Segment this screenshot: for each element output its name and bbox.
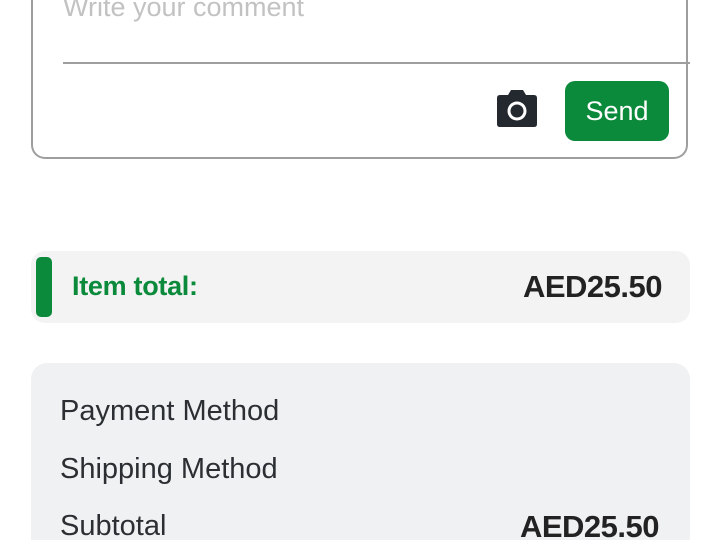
order-summary-card: Payment Method Shipping Method Subtotal … bbox=[31, 363, 690, 540]
subtotal-value: AED25.50 bbox=[519, 509, 660, 540]
item-total-card: Item total: AED25.50 bbox=[31, 251, 690, 323]
camera-icon-graphic bbox=[497, 90, 537, 127]
subtotal-label: Subtotal bbox=[60, 510, 167, 540]
shipping-method-row[interactable]: Shipping Method bbox=[60, 453, 278, 486]
comment-box: Send bbox=[31, 0, 690, 159]
item-total-label: Item total: bbox=[72, 271, 198, 301]
camera-icon[interactable] bbox=[495, 89, 539, 129]
comment-underline bbox=[63, 62, 690, 64]
item-total-value: AED25.50 bbox=[522, 269, 663, 304]
send-button[interactable]: Send bbox=[565, 81, 669, 141]
item-total-accent-bar bbox=[36, 257, 52, 317]
order-page: Send Item total: AED25.50 Payment Method… bbox=[0, 0, 720, 540]
payment-method-row[interactable]: Payment Method bbox=[60, 395, 279, 428]
comment-input[interactable] bbox=[63, 0, 663, 23]
